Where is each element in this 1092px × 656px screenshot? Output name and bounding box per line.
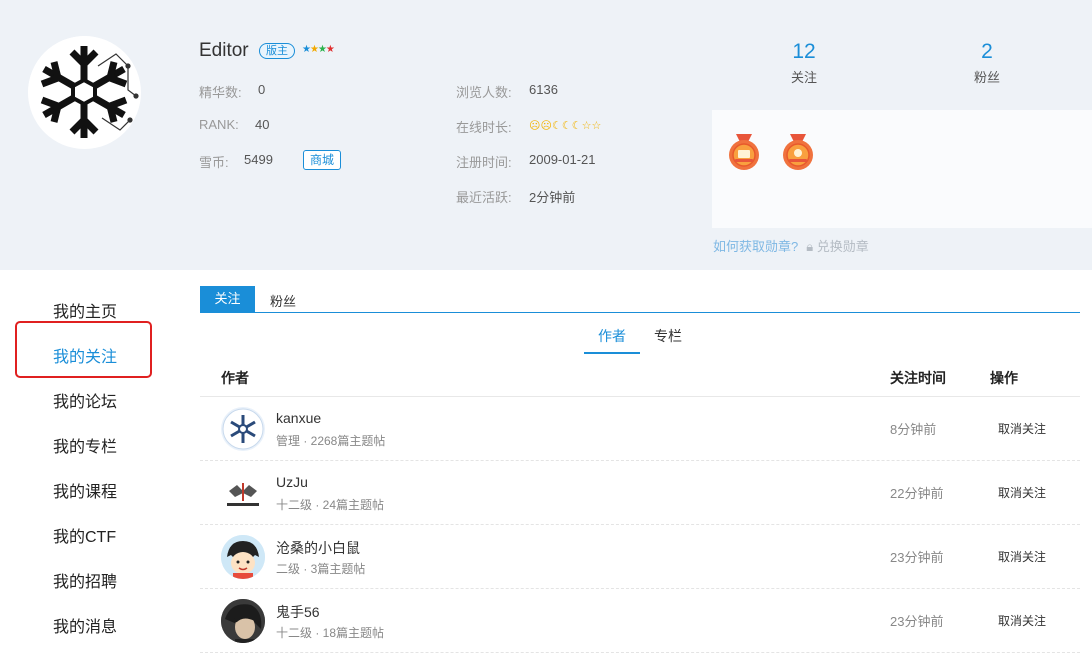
stat-last-active-value: 2分钟前 (529, 190, 576, 205)
tabs-divider (200, 312, 1080, 313)
author-name[interactable]: UzJu (276, 474, 308, 490)
stat-rank: RANK: 40 (199, 117, 269, 132)
author-name[interactable]: kanxue (276, 410, 321, 426)
avatar[interactable] (221, 407, 265, 451)
sidebar-item-forum[interactable]: 我的论坛 (53, 388, 117, 412)
stat-last-active-label: 最近活跃: (456, 190, 512, 205)
author-name[interactable]: 沧桑的小白鼠 (276, 538, 360, 558)
lock-icon: 🔒︎ (806, 239, 814, 254)
redeem-medal-label: 兑换勋章 (816, 239, 869, 254)
medal-box (712, 110, 1092, 228)
sidebar-item-courses[interactable]: 我的课程 (53, 478, 117, 502)
moon-icon: ☾ (561, 120, 572, 132)
rank-stars-icon: ★★★★ (302, 44, 335, 55)
fans-count-label: 粉丝 (973, 70, 1000, 85)
stat-registered: 注册时间: 2009-01-21 (456, 152, 596, 171)
author-meta: 二级 · 3篇主题帖 (276, 562, 366, 576)
subtab-columns[interactable]: 专栏 (654, 326, 682, 346)
moon-icon: ☾ (551, 120, 562, 132)
stat-online: 在线时长: (456, 117, 512, 136)
sun-face-icon: ☹ (540, 120, 552, 132)
stat-essence: 精华数: 0 (199, 82, 265, 101)
sidebar-item-column[interactable]: 我的专栏 (53, 433, 117, 457)
profile-header: Editor 版主 ★★★★ 精华数: 0 RANK: 40 雪币: 5499 … (0, 0, 1092, 270)
stat-views-label: 浏览人数: (456, 85, 512, 100)
follow-time: 8分钟前 (890, 422, 937, 437)
avatar[interactable] (221, 599, 265, 643)
medal-icon[interactable] (727, 132, 761, 172)
unfollow-button[interactable]: 取消关注 (998, 484, 1046, 501)
following-count[interactable]: 12 关注 (764, 40, 844, 86)
author-meta: 管理 · 2268篇主题帖 (276, 434, 386, 448)
stat-views: 浏览人数: 6136 (456, 82, 558, 101)
stat-last-active: 最近活跃: 2分钟前 (456, 187, 575, 206)
tab-fans[interactable]: 粉丝 (270, 291, 296, 310)
sidebar-item-home[interactable]: 我的主页 (53, 298, 117, 322)
follow-time: 22分钟前 (890, 486, 944, 501)
stat-coins: 雪币: 5499 (199, 152, 273, 171)
stat-online-label: 在线时长: (456, 120, 512, 135)
stat-rank-label: RANK: (199, 117, 239, 132)
fans-count-number: 2 (981, 40, 993, 63)
table-row: kanxue 管理 · 2268篇主题帖 8分钟前 取消关注 (200, 397, 1080, 461)
column-header-action: 操作 (990, 370, 1018, 386)
stat-views-value: 6136 (529, 82, 558, 97)
medal-icon[interactable] (781, 132, 815, 172)
subtab-active-underline (584, 352, 640, 354)
author-meta: 十二级 · 18篇主题帖 (276, 626, 385, 640)
snowflake-avatar-icon (222, 408, 264, 450)
online-level-icons: ☹☹☾☾☾☆☆ (529, 119, 601, 132)
active-item-highlight (15, 321, 152, 378)
portrait-avatar-icon (221, 599, 265, 643)
author-meta: 十二级 · 24篇主题帖 (276, 498, 385, 512)
sidebar-item-ctf[interactable]: 我的CTF (53, 523, 116, 547)
fans-count[interactable]: 2 粉丝 (947, 40, 1027, 86)
sidebar-item-jobs[interactable]: 我的招聘 (53, 568, 117, 592)
author-name[interactable]: 鬼手56 (276, 602, 320, 622)
cartoon-girl-avatar-icon (221, 535, 265, 579)
follow-time: 23分钟前 (890, 614, 944, 629)
table-row: 沧桑的小白鼠 二级 · 3篇主题帖 23分钟前 取消关注 (200, 525, 1080, 589)
sun-face-icon: ☹ (529, 120, 541, 132)
tab-following[interactable]: 关注 (200, 286, 255, 313)
stat-coins-value: 5499 (244, 152, 273, 167)
unfollow-button[interactable]: 取消关注 (998, 420, 1046, 437)
stat-coins-label: 雪币: (199, 155, 229, 170)
shop-button[interactable]: 商城 (303, 150, 342, 170)
stat-registered-label: 注册时间: (456, 155, 512, 170)
table-row: UzJu 十二级 · 24篇主题帖 22分钟前 取消关注 (200, 461, 1080, 525)
stat-essence-value: 0 (258, 82, 266, 97)
avatar[interactable] (221, 471, 265, 515)
snowflake-logo-icon (28, 36, 140, 148)
sidebar-item-messages[interactable]: 我的消息 (53, 613, 117, 637)
stat-registered-value: 2009-01-21 (529, 152, 596, 167)
moon-icon: ☾ (571, 120, 582, 132)
redeem-medal-link[interactable]: 🔒︎ 兑换勋章 (806, 239, 869, 254)
medal-links: 如何获取勋章? 🔒︎ 兑换勋章 (713, 236, 869, 255)
subtab-authors[interactable]: 作者 (598, 326, 626, 346)
stat-rank-value: 40 (255, 117, 270, 132)
table-row: 鬼手56 十二级 · 18篇主题帖 23分钟前 取消关注 (200, 589, 1080, 653)
unfollow-button[interactable]: 取消关注 (998, 612, 1046, 629)
how-to-get-medal-link[interactable]: 如何获取勋章? (713, 239, 798, 254)
star-icon: ☆ (591, 120, 602, 132)
following-count-number: 12 (792, 40, 816, 63)
column-header-follow-time: 关注时间 (890, 370, 946, 386)
security-logo-icon (221, 471, 265, 515)
user-avatar[interactable] (28, 36, 141, 149)
avatar[interactable] (221, 535, 265, 579)
star-icon: ☆ (581, 120, 592, 132)
following-count-label: 关注 (790, 70, 817, 85)
unfollow-button[interactable]: 取消关注 (998, 548, 1046, 565)
follow-time: 23分钟前 (890, 550, 944, 565)
column-header-author: 作者 (221, 370, 249, 386)
username: Editor (199, 40, 249, 61)
stat-essence-label: 精华数: (199, 85, 242, 100)
role-badge: 版主 (259, 43, 295, 59)
